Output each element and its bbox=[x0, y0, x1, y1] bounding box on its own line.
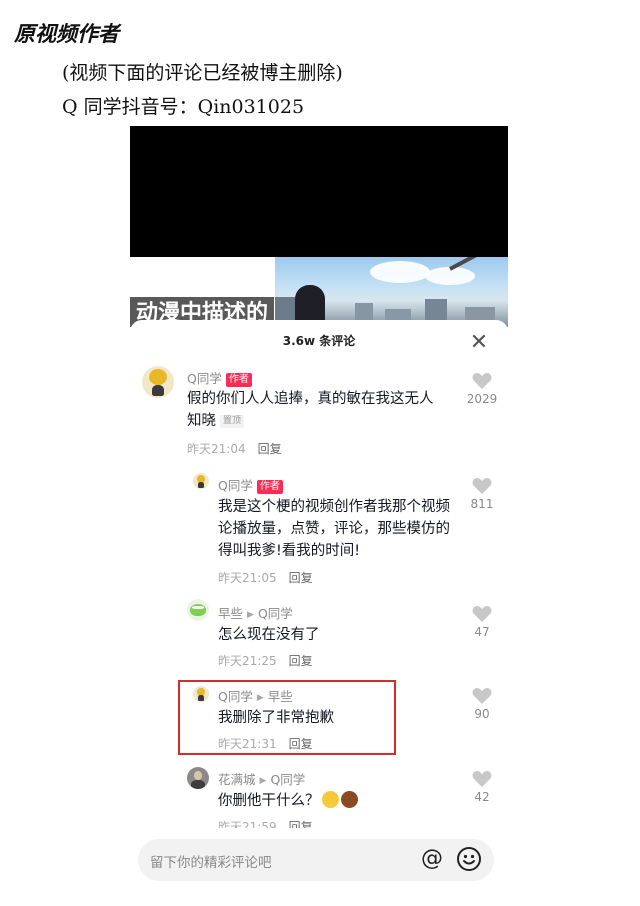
like-count: 90 bbox=[474, 707, 490, 721]
avatar[interactable] bbox=[193, 473, 209, 489]
reply-to-user[interactable]: Q同学 bbox=[270, 772, 305, 787]
comment-author[interactable]: 花满城 bbox=[218, 772, 256, 787]
reply-button[interactable]: 回复 bbox=[289, 654, 313, 668]
reply-arrow-icon: ▶ bbox=[259, 776, 267, 786]
comment-count-title: 3.6w 条评论 bbox=[282, 334, 356, 348]
heart-icon bbox=[472, 688, 492, 704]
like-button[interactable]: 2029 bbox=[462, 372, 502, 406]
like-button[interactable]: 811 bbox=[462, 477, 502, 511]
author-badge: 作者 bbox=[225, 373, 252, 387]
avatar[interactable] bbox=[142, 366, 174, 398]
reply-button[interactable]: 回复 bbox=[289, 820, 313, 828]
comments-sheet: 3.6w 条评论 ✕ Q同学 作者 假的你们人人追捧，真的敏在我这无人知晓 置顶 昨… bbox=[130, 320, 508, 891]
like-button[interactable]: 90 bbox=[462, 687, 502, 721]
avatar[interactable] bbox=[187, 767, 209, 789]
comment-author[interactable]: Q同学 bbox=[187, 371, 222, 386]
grin-emoji-icon bbox=[321, 791, 339, 808]
like-button[interactable]: 47 bbox=[462, 605, 502, 639]
like-count: 2029 bbox=[466, 392, 498, 406]
like-count: 47 bbox=[474, 625, 490, 639]
heart-icon bbox=[472, 478, 492, 494]
at-mention-icon[interactable]: @ bbox=[418, 845, 446, 873]
pinned-tag: 置顶 bbox=[220, 415, 245, 428]
comment-time: 昨天21:04 bbox=[187, 442, 246, 456]
comment-author[interactable]: Q同学 bbox=[218, 478, 253, 493]
emoji-picker-icon[interactable] bbox=[456, 846, 482, 872]
comment-author[interactable]: 早些 bbox=[218, 606, 243, 621]
reply-arrow-icon: ▶ bbox=[247, 610, 254, 620]
like-count: 42 bbox=[474, 790, 490, 804]
heart-icon bbox=[472, 373, 492, 389]
comment-time: 昨天21:05 bbox=[218, 571, 277, 585]
comment-text: 怎么现在没有了 bbox=[218, 627, 320, 643]
like-button[interactable]: 42 bbox=[462, 770, 502, 804]
comment-input[interactable]: 留下你的精彩评论吧 @ bbox=[138, 839, 494, 881]
comment-time: 昨天21:25 bbox=[218, 654, 277, 668]
heart-icon bbox=[472, 771, 492, 787]
document-title: 原视频作者 bbox=[14, 21, 119, 46]
author-badge: 作者 bbox=[256, 480, 283, 494]
avatar[interactable] bbox=[187, 599, 209, 621]
video-thumbnail: 动漫中描述的 bbox=[130, 257, 508, 327]
comment-text: 我是这个梗的视频创作者我那个视频论播放量，点赞，评论，那些模仿的得叫我爹!看我的… bbox=[218, 499, 450, 559]
comment-time: 昨天21:59 bbox=[218, 820, 277, 828]
comment-text: 你删他干什么？ bbox=[218, 790, 448, 812]
deletion-note: (视频下面的评论已经被博主删除) bbox=[62, 62, 343, 84]
cookie-emoji-icon bbox=[340, 791, 358, 808]
highlight-box bbox=[178, 680, 396, 755]
douyin-id-line: Q 同学抖音号：Qin031025 bbox=[62, 96, 305, 118]
comment-input-placeholder: 留下你的精彩评论吧 bbox=[150, 855, 272, 871]
reply-button[interactable]: 回复 bbox=[289, 571, 313, 585]
phone-screenshot: 动漫中描述的 3.6w 条评论 ✕ Q同学 作者 假的你们人人追捧，真的敏在我这无… bbox=[130, 126, 508, 891]
comment-text: 假的你们人人追捧，真的敏在我这无人知晓 置顶 bbox=[187, 391, 434, 429]
reply-to-user[interactable]: Q同学 bbox=[258, 606, 293, 621]
like-count: 811 bbox=[470, 497, 494, 511]
heart-icon bbox=[472, 606, 492, 622]
close-icon[interactable]: ✕ bbox=[466, 330, 492, 356]
reply-button[interactable]: 回复 bbox=[258, 442, 282, 456]
video-player[interactable] bbox=[130, 126, 508, 257]
